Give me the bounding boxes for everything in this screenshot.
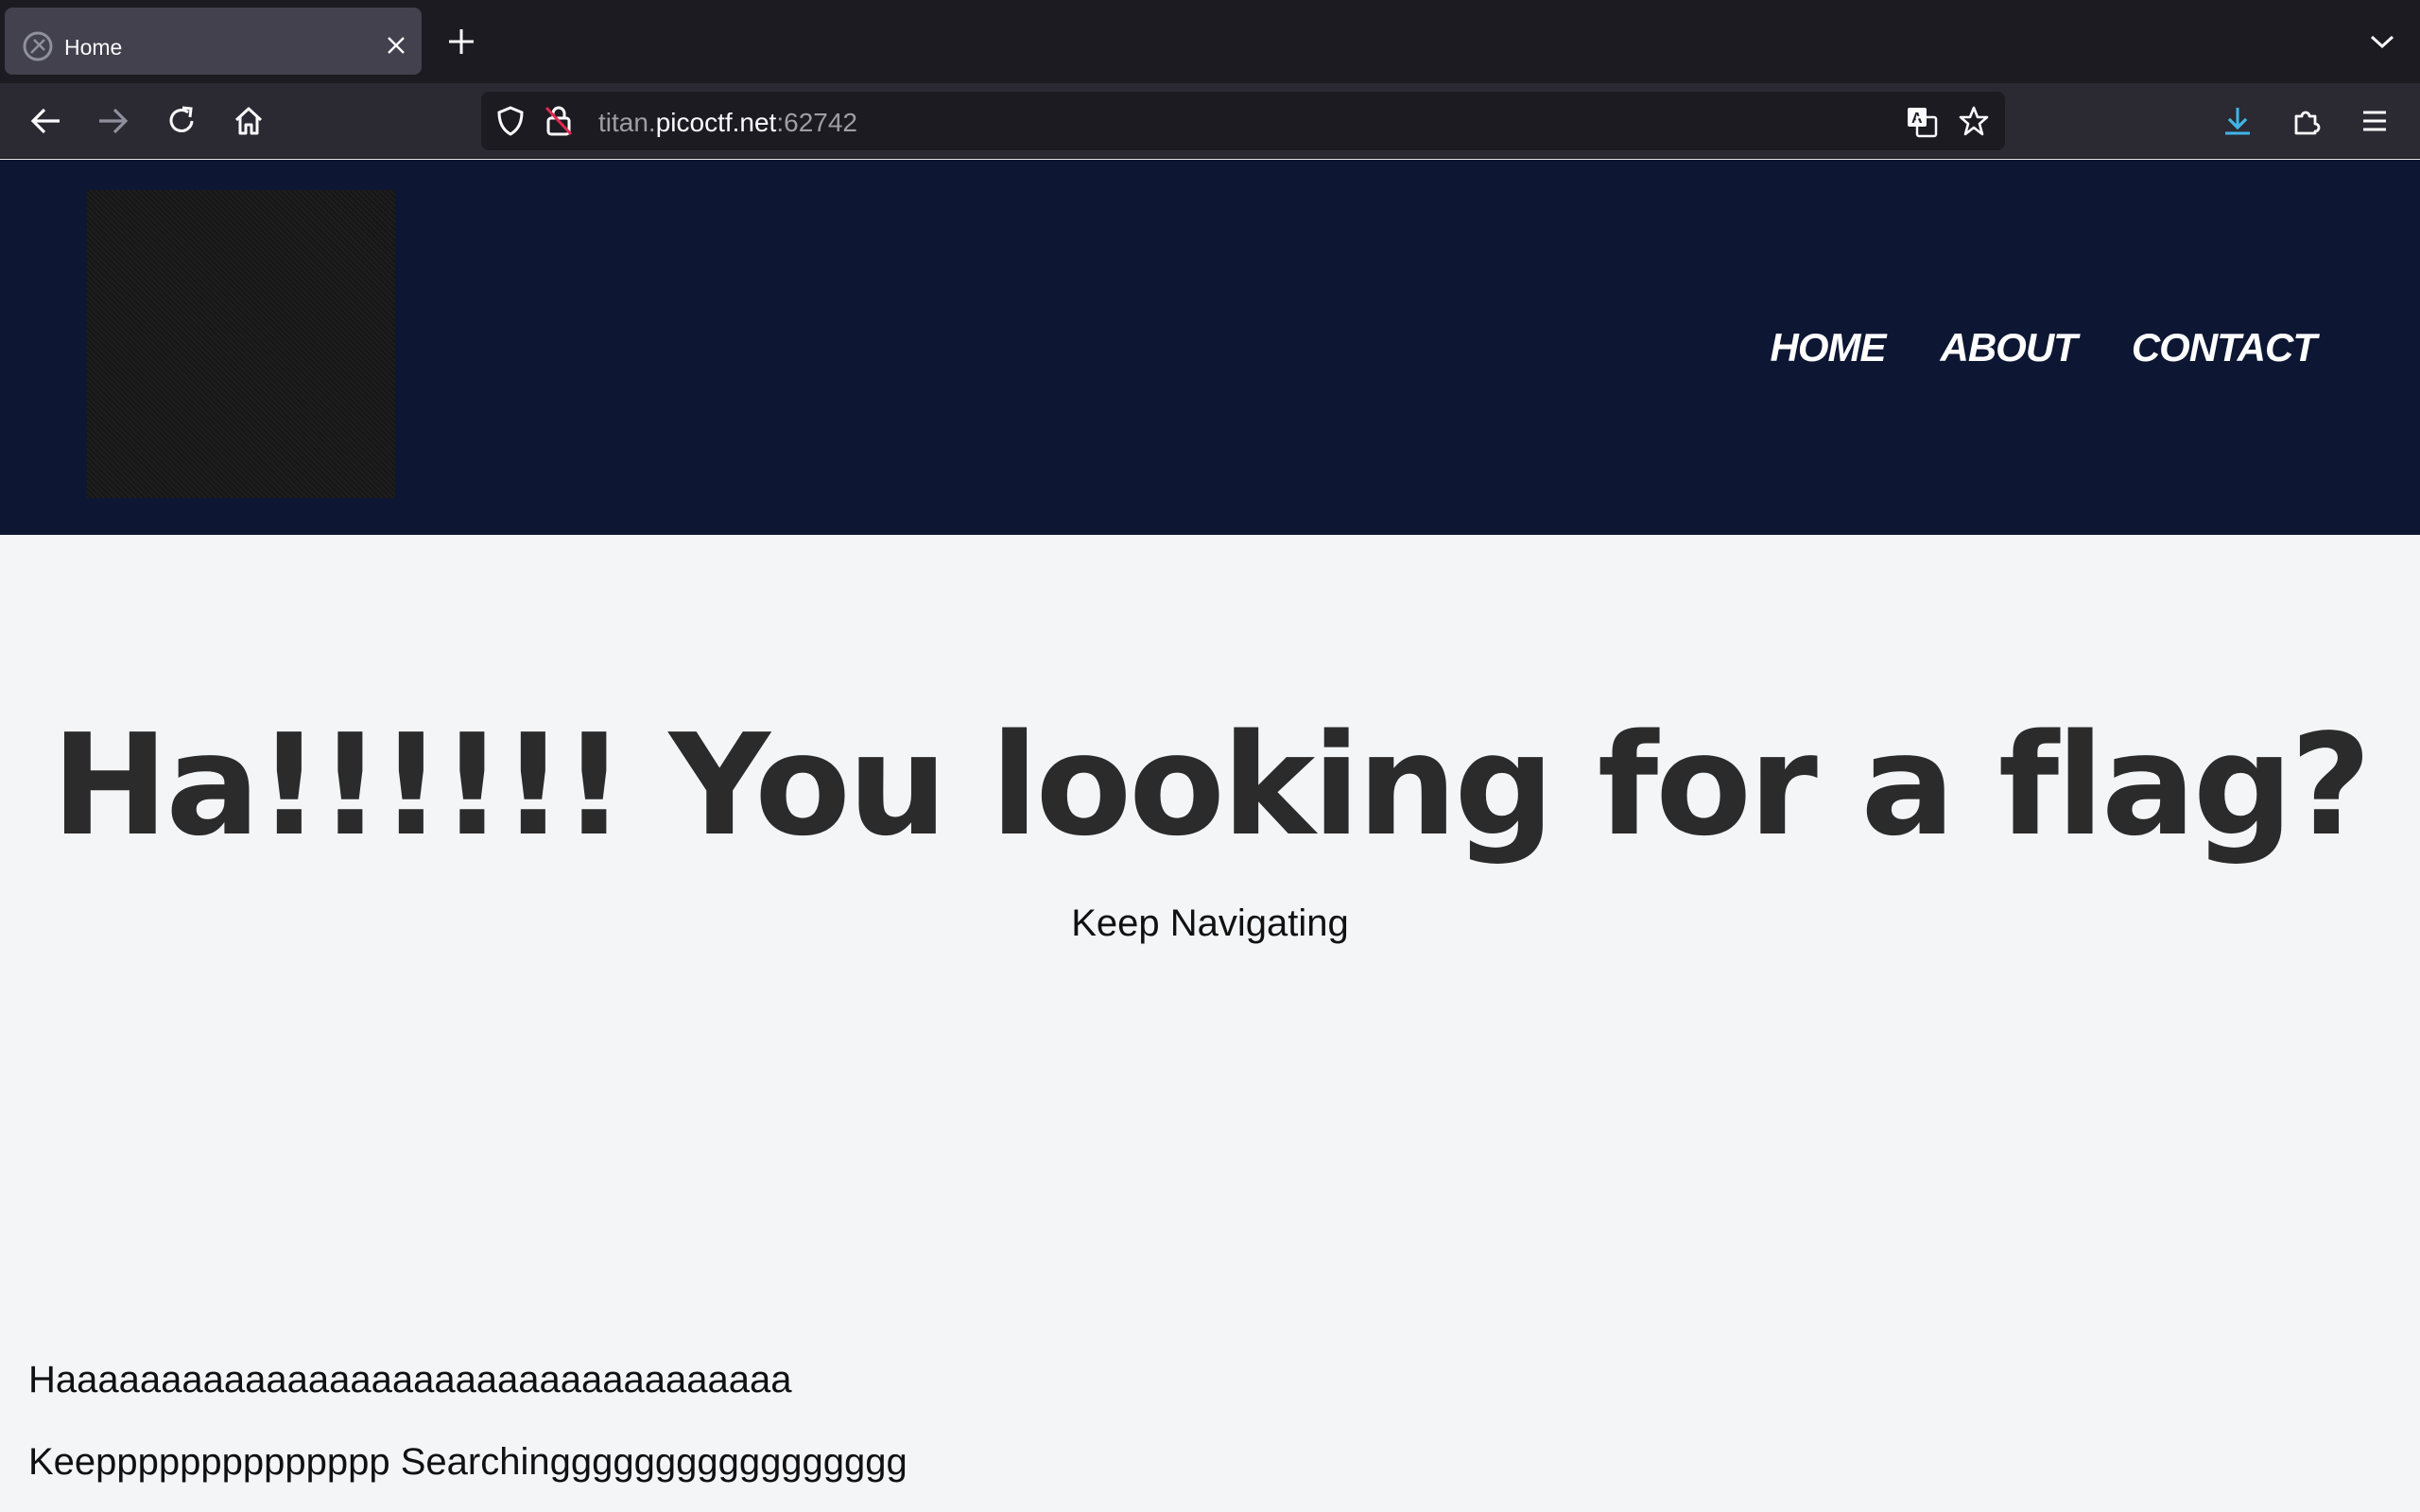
reload-icon[interactable]: [159, 98, 204, 144]
site-logo[interactable]: [87, 190, 395, 498]
hero-title: Ha!!!!!! You looking for a flag?: [51, 704, 2371, 867]
translate-icon[interactable]: A: [1905, 105, 1939, 139]
browser-tab-bar: Home: [0, 0, 2420, 83]
tab-title: Home: [64, 35, 123, 60]
site-header: HOME ABOUT CONTACT: [0, 160, 2420, 535]
nav-link-about[interactable]: ABOUT: [1940, 325, 2077, 370]
extensions-icon[interactable]: [2284, 98, 2329, 144]
body-paragraph-1: Haaaaaaaaaaaaaaaaaaaaaaaaaaaaaaaaaaa: [28, 1359, 792, 1400]
shield-icon[interactable]: [494, 105, 527, 137]
nav-link-contact[interactable]: CONTACT: [2132, 325, 2317, 370]
new-tab-icon[interactable]: [441, 21, 482, 62]
globe-icon: [23, 31, 53, 61]
hamburger-menu-icon[interactable]: [2352, 98, 2397, 144]
browser-tab-home[interactable]: Home: [5, 8, 422, 75]
hero-subtitle: Keep Navigating: [1071, 902, 1349, 944]
chevron-down-icon[interactable]: [2361, 21, 2403, 62]
bookmark-star-icon[interactable]: [1958, 105, 1990, 137]
body-paragraph-2: Keepppppppppppppp Searchingggggggggggggg…: [28, 1441, 908, 1483]
address-bar[interactable]: titan.picoctf.net:62742 A: [481, 92, 2005, 150]
back-arrow-icon[interactable]: [23, 98, 68, 144]
downloads-icon[interactable]: [2215, 98, 2260, 144]
url-text[interactable]: titan.picoctf.net:62742: [598, 108, 857, 138]
close-tab-icon[interactable]: [377, 26, 415, 64]
browser-toolbar: titan.picoctf.net:62742 A: [0, 83, 2420, 159]
nav-link-home[interactable]: HOME: [1770, 325, 1886, 370]
insecure-lock-icon[interactable]: [543, 104, 575, 138]
site-nav: HOME ABOUT CONTACT: [1770, 325, 2317, 370]
forward-arrow-icon[interactable]: [91, 98, 136, 144]
home-icon[interactable]: [226, 98, 271, 144]
